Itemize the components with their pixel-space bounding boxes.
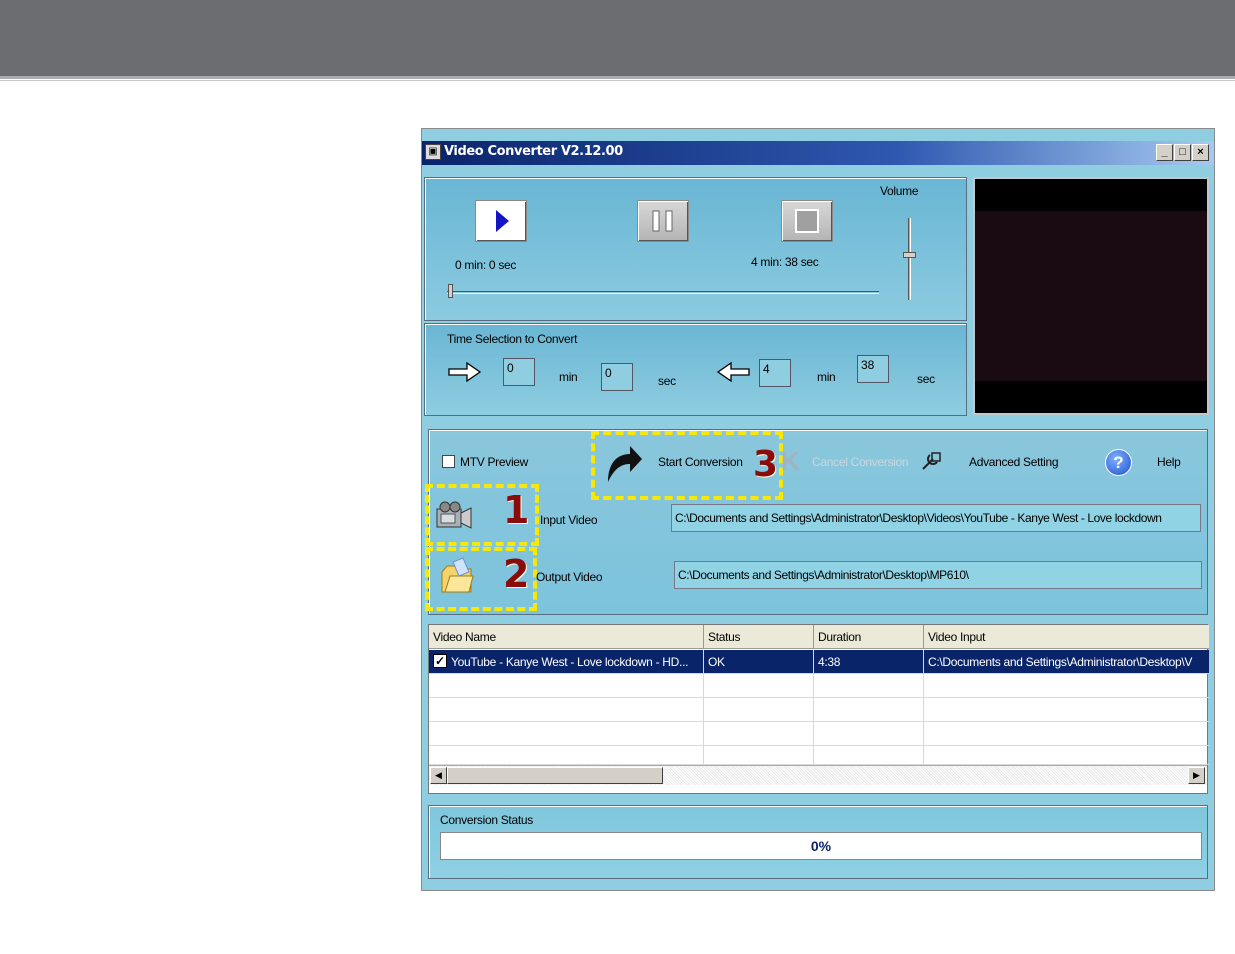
- horizontal-scrollbar[interactable]: ◀ ▶: [429, 765, 1207, 785]
- column-header-duration[interactable]: Duration: [814, 625, 924, 649]
- help-icon[interactable]: ?: [1105, 449, 1132, 476]
- annotation-number-3: 3: [753, 444, 779, 485]
- window-title: Video Converter V2.12.00: [444, 144, 623, 159]
- seek-track[interactable]: [447, 291, 879, 294]
- scroll-left-button[interactable]: ◀: [430, 767, 447, 784]
- progress-percent: 0%: [810, 838, 832, 854]
- player-panel: Volume 0 min: 0 sec 4 min: 38 sec: [424, 177, 967, 321]
- table-row[interactable]: [429, 746, 1209, 770]
- table-row[interactable]: [429, 674, 1209, 698]
- seek-thumb[interactable]: [448, 284, 453, 298]
- total-time: 4 min: 38 sec: [751, 255, 819, 269]
- time-selection-label: Time Selection to Convert: [447, 332, 578, 346]
- title-bar[interactable]: ▣ Video Converter V2.12.00 _ □ ×: [422, 141, 1214, 165]
- cell-duration: 4:38: [814, 650, 924, 674]
- output-video-path-field[interactable]: C:\Documents and Settings\Administrator\…: [674, 561, 1202, 589]
- conversion-status-panel: Conversion Status 0%: [428, 805, 1208, 879]
- end-sec-input[interactable]: 38: [857, 355, 889, 383]
- page-header-bar: [0, 0, 1235, 76]
- input-video-path-field[interactable]: C:\Documents and Settings\Administrator\…: [671, 504, 1201, 532]
- column-header-video-input[interactable]: Video Input: [924, 625, 1209, 649]
- maximize-button[interactable]: □: [1174, 144, 1191, 161]
- time-selection-panel: Time Selection to Convert 0 min 0 sec 4 …: [424, 323, 967, 416]
- start-conversion-icon[interactable]: [604, 442, 644, 486]
- cell-status: OK: [704, 650, 814, 674]
- minimize-button[interactable]: _: [1156, 144, 1173, 161]
- mtv-preview-checkbox[interactable]: [442, 455, 455, 468]
- cell-video-input: C:\Documents and Settings\Administrator\…: [928, 655, 1193, 669]
- video-list-table: Video Name Status Duration Video Input Y…: [428, 624, 1209, 794]
- folder-icon[interactable]: [439, 556, 475, 598]
- stop-button[interactable]: [781, 200, 833, 242]
- row-checkbox[interactable]: ✓: [433, 654, 447, 668]
- table-row[interactable]: [429, 722, 1209, 746]
- cancel-conversion-icon: K: [781, 446, 800, 476]
- output-video-label: Output Video: [536, 570, 603, 584]
- start-min-input[interactable]: 0: [503, 358, 535, 386]
- conversion-status-label: Conversion Status: [440, 813, 533, 827]
- start-conversion-button[interactable]: Start Conversion: [658, 455, 743, 469]
- scroll-right-button[interactable]: ▶: [1188, 767, 1205, 784]
- volume-track[interactable]: [908, 218, 911, 300]
- end-arrow-icon: [716, 361, 750, 383]
- current-time: 0 min: 0 sec: [455, 258, 517, 272]
- video-converter-window: ▣ Video Converter V2.12.00 _ □ × Volume …: [421, 128, 1215, 891]
- end-min-label: min: [817, 370, 836, 384]
- header-divider-thin: [0, 80, 1235, 81]
- annotation-number-1: 1: [503, 488, 530, 532]
- video-preview: [973, 177, 1209, 415]
- cell-video-name: YouTube - Kanye West - Love lockdown - H…: [429, 650, 704, 674]
- volume-thumb[interactable]: [903, 252, 916, 258]
- app-icon: ▣: [425, 144, 441, 160]
- advanced-setting-button[interactable]: Advanced Setting: [969, 455, 1059, 469]
- column-header-status[interactable]: Status: [704, 625, 814, 649]
- camera-icon[interactable]: [435, 501, 475, 533]
- start-sec-label: sec: [658, 374, 676, 388]
- input-video-label: Input Video: [540, 513, 598, 527]
- conversion-progress-bar: 0%: [440, 832, 1202, 860]
- table-header: Video Name Status Duration Video Input: [429, 625, 1209, 649]
- column-header-video-name[interactable]: Video Name: [429, 625, 704, 649]
- table-row[interactable]: [429, 698, 1209, 722]
- close-button[interactable]: ×: [1192, 144, 1209, 161]
- pause-button[interactable]: [637, 200, 689, 242]
- table-row[interactable]: YouTube - Kanye West - Love lockdown - H…: [429, 650, 1209, 674]
- mtv-preview-label: MTV Preview: [460, 455, 529, 469]
- advanced-setting-icon[interactable]: [920, 450, 942, 472]
- play-button[interactable]: [475, 200, 527, 242]
- help-button[interactable]: Help: [1157, 455, 1181, 469]
- play-icon: [496, 210, 509, 232]
- actions-panel: MTV Preview Start Conversion 3 K Cancel …: [425, 429, 1208, 615]
- annotation-number-2: 2: [503, 552, 530, 596]
- cancel-conversion-button[interactable]: Cancel Conversion: [812, 455, 909, 469]
- pause-icon: [652, 210, 673, 232]
- header-divider: [0, 76, 1235, 79]
- start-arrow-icon: [448, 361, 482, 383]
- volume-label: Volume: [880, 184, 919, 198]
- end-min-input[interactable]: 4: [759, 359, 791, 387]
- scrollbar-thumb[interactable]: [447, 767, 663, 784]
- end-sec-label: sec: [917, 372, 935, 386]
- start-sec-input[interactable]: 0: [601, 363, 633, 391]
- stop-icon: [795, 209, 819, 233]
- start-min-label: min: [559, 370, 578, 384]
